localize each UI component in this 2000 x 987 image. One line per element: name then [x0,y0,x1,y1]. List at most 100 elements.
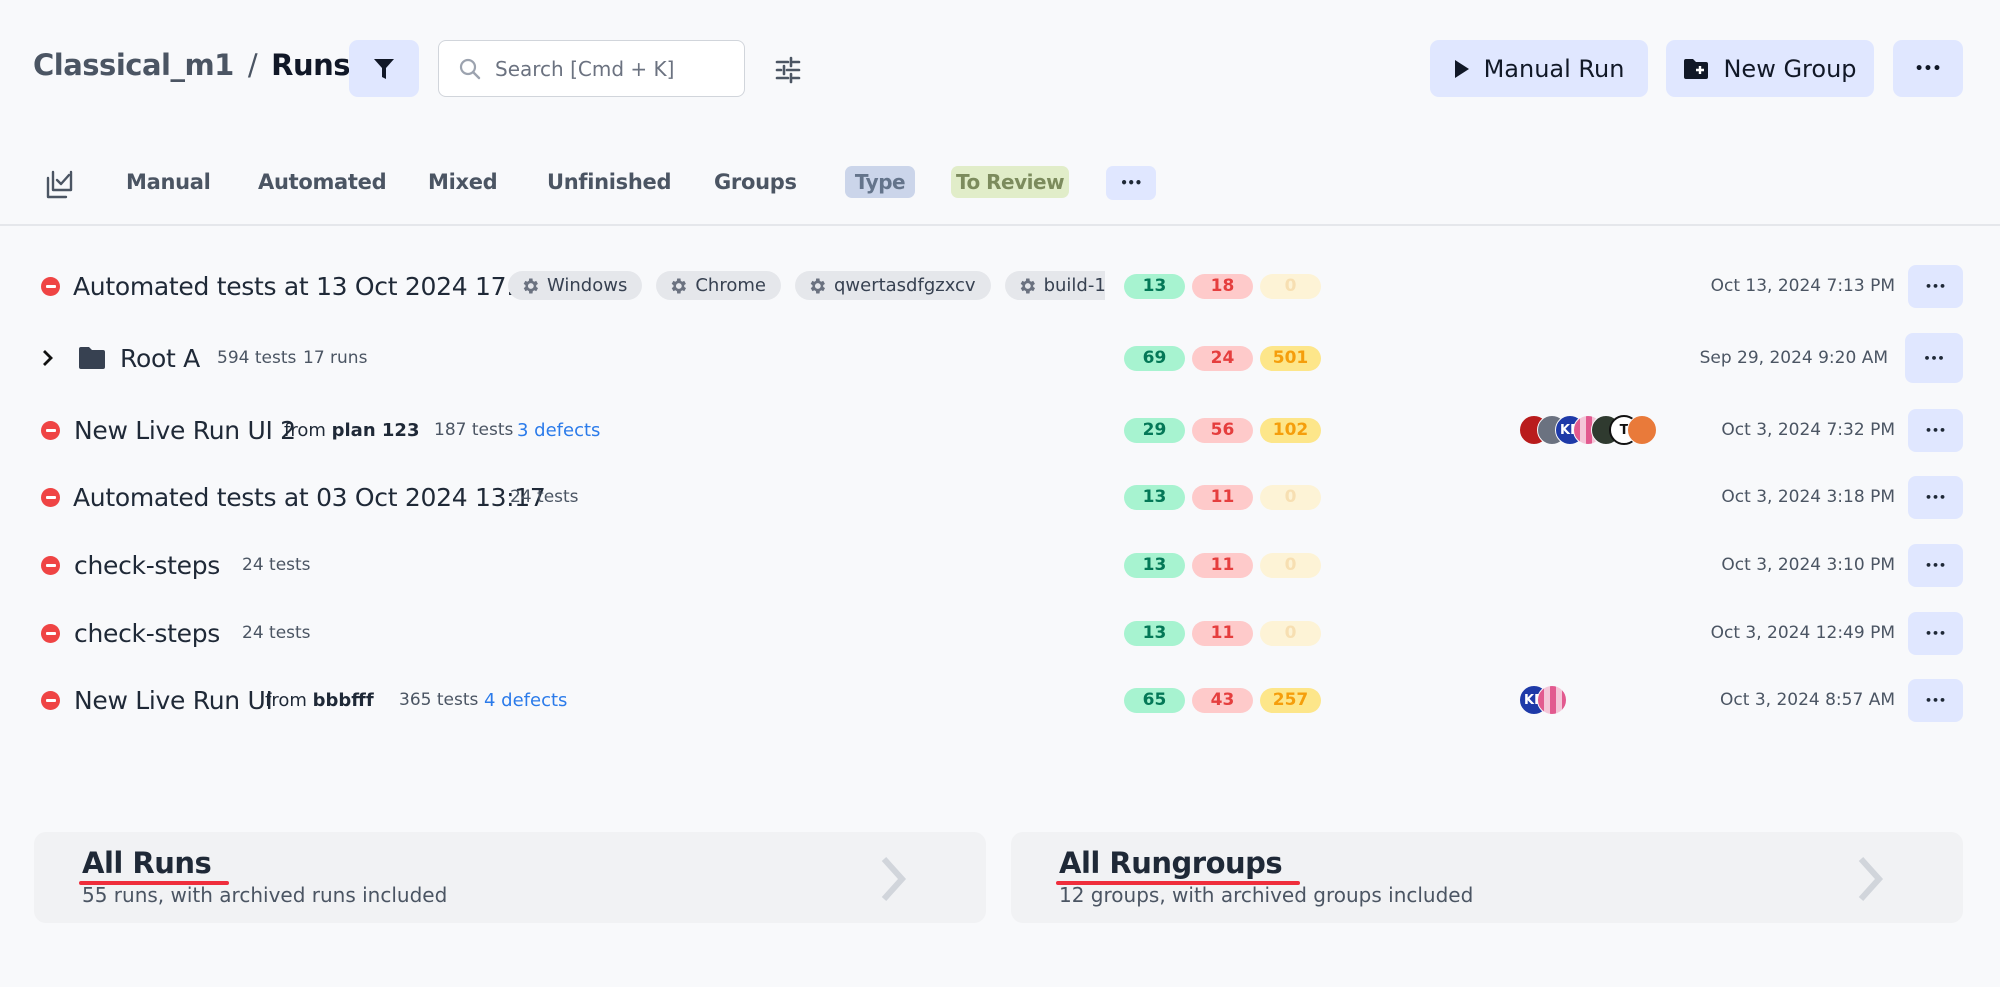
skipped-count: 0 [1260,273,1321,299]
tab-groups[interactable]: Groups [714,170,797,194]
failed-count: 56 [1192,417,1253,443]
run-date: Oct 13, 2024 7:13 PM [1710,276,1895,296]
tab-mixed[interactable]: Mixed [428,170,498,194]
skipped-count: 102 [1260,417,1321,443]
from-plan: from bbbfff [265,689,374,711]
result-counts: 13 11 0 [1124,620,1321,646]
all-rungroups-title: All Rungroups [1055,846,1301,885]
manual-run-button[interactable]: Manual Run [1430,40,1648,97]
all-rungroups-subtitle: 12 groups, with archived groups included [1059,883,1474,907]
tabs-more-button[interactable]: ••• [1106,166,1156,200]
failed-count: 24 [1192,345,1253,371]
new-group-label: New Group [1723,54,1857,83]
run-title[interactable]: check-steps [74,551,220,580]
from-plan: from plan 123 [284,419,420,441]
gear-icon [523,278,538,293]
run-row[interactable]: check-steps 24 tests 13 11 0 Oct 3, 2024… [0,541,2000,589]
breadcrumb-separator: / [247,48,258,82]
type-filter-pill[interactable]: Type [845,166,915,198]
more-icon: ••• [1914,60,1942,77]
avatar[interactable] [1627,415,1657,445]
run-title[interactable]: Automated tests at 03 Oct 2024 13:17 [73,483,546,512]
run-row[interactable]: check-steps 24 tests 13 11 0 Oct 3, 2024… [0,609,2000,657]
row-more-button[interactable]: ••• [1908,543,1963,587]
more-icon: ••• [1923,351,1945,365]
filter-icon [374,58,394,79]
avatar[interactable] [1537,685,1567,715]
failed-status-icon [41,555,60,575]
sliders-icon[interactable] [774,56,802,84]
play-icon [1454,59,1470,79]
failed-count: 11 [1192,484,1253,510]
runs-count: 17 runs [303,348,368,368]
gear-icon [672,278,687,293]
tests-count: 24 tests [510,487,579,507]
run-date: Oct 3, 2024 3:10 PM [1721,555,1895,575]
run-title[interactable]: New Live Run UI 2 [74,416,296,445]
result-counts: 65 43 257 [1124,687,1321,713]
tab-unfinished[interactable]: Unfinished [547,170,672,194]
all-runs-card[interactable]: All Runs 55 runs, with archived runs inc… [34,832,986,923]
group-title[interactable]: Root A [120,344,200,373]
all-runs-title: All Runs [78,846,230,885]
passed-count: 65 [1124,687,1185,713]
run-row[interactable]: New Live Run UI from bbbfff 365 tests 4 … [0,676,2000,724]
row-more-button[interactable]: ••• [1908,611,1963,655]
skipped-count: 0 [1260,620,1321,646]
tag: build-152 [1004,271,1105,300]
breadcrumb: Classical_m1 / Runs [33,48,351,82]
more-icon: ••• [1924,558,1947,572]
all-rungroups-card[interactable]: All Rungroups 12 groups, with archived g… [1011,832,1963,923]
select-all-checkbox-icon[interactable] [45,168,73,200]
run-row[interactable]: Automated tests at 03 Oct 2024 13:17 24 … [0,473,2000,521]
tag: Windows [508,271,643,300]
tests-count: 187 tests [434,420,514,440]
skipped-count: 257 [1260,687,1321,713]
more-icon: ••• [1924,423,1947,437]
run-date: Oct 3, 2024 3:18 PM [1721,487,1895,507]
to-review-filter-pill[interactable]: To Review [951,166,1069,198]
breadcrumb-project[interactable]: Classical_m1 [33,48,234,82]
tests-count: 24 tests [242,623,311,643]
defects-link[interactable]: 3 defects [517,420,600,441]
run-row[interactable]: New Live Run UI 2 from plan 123 187 test… [0,406,2000,454]
failed-status-icon [41,420,60,440]
search-icon [459,58,481,79]
more-icon: ••• [1924,626,1947,640]
new-group-button[interactable]: New Group [1666,40,1874,97]
passed-count: 13 [1124,552,1185,578]
header-more-button[interactable]: ••• [1893,40,1963,97]
row-more-button[interactable]: ••• [1908,264,1963,308]
row-more-button[interactable]: ••• [1908,408,1963,452]
tag: qwertasdfgzxcv [794,271,991,300]
filter-button[interactable] [349,40,419,97]
passed-count: 13 [1124,484,1185,510]
skipped-count: 501 [1260,345,1321,371]
tab-manual[interactable]: Manual [126,170,211,194]
run-title[interactable]: check-steps [74,619,220,648]
passed-count: 13 [1124,620,1185,646]
run-row[interactable]: Automated tests at 13 Oct 2024 17:12 Win… [0,262,2000,310]
plan-name[interactable]: bbbfff [313,690,374,711]
gear-icon [810,278,825,293]
run-date: Oct 3, 2024 12:49 PM [1710,623,1895,643]
group-row[interactable]: Root A 594 tests 17 runs 69 24 501 Sep 2… [0,333,2000,383]
tests-count: 24 tests [242,555,311,575]
search-box[interactable] [438,40,745,97]
run-title[interactable]: Automated tests at 13 Oct 2024 17:12 [73,272,546,301]
row-more-button[interactable]: ••• [1908,678,1963,722]
defects-link[interactable]: 4 defects [484,690,567,711]
failed-count: 11 [1192,552,1253,578]
row-more-button[interactable]: ••• [1905,333,1963,383]
failed-status-icon [41,276,60,296]
chevron-right-icon[interactable] [40,348,56,368]
all-runs-subtitle: 55 runs, with archived runs included [82,883,448,907]
plan-name[interactable]: plan 123 [332,420,420,441]
run-title[interactable]: New Live Run UI [74,686,273,715]
search-input[interactable] [495,56,725,81]
tab-automated[interactable]: Automated [258,170,387,194]
skipped-count: 0 [1260,552,1321,578]
result-counts: 13 11 0 [1124,484,1321,510]
row-more-button[interactable]: ••• [1908,475,1963,519]
assignee-avatars: KB [1519,685,1567,715]
